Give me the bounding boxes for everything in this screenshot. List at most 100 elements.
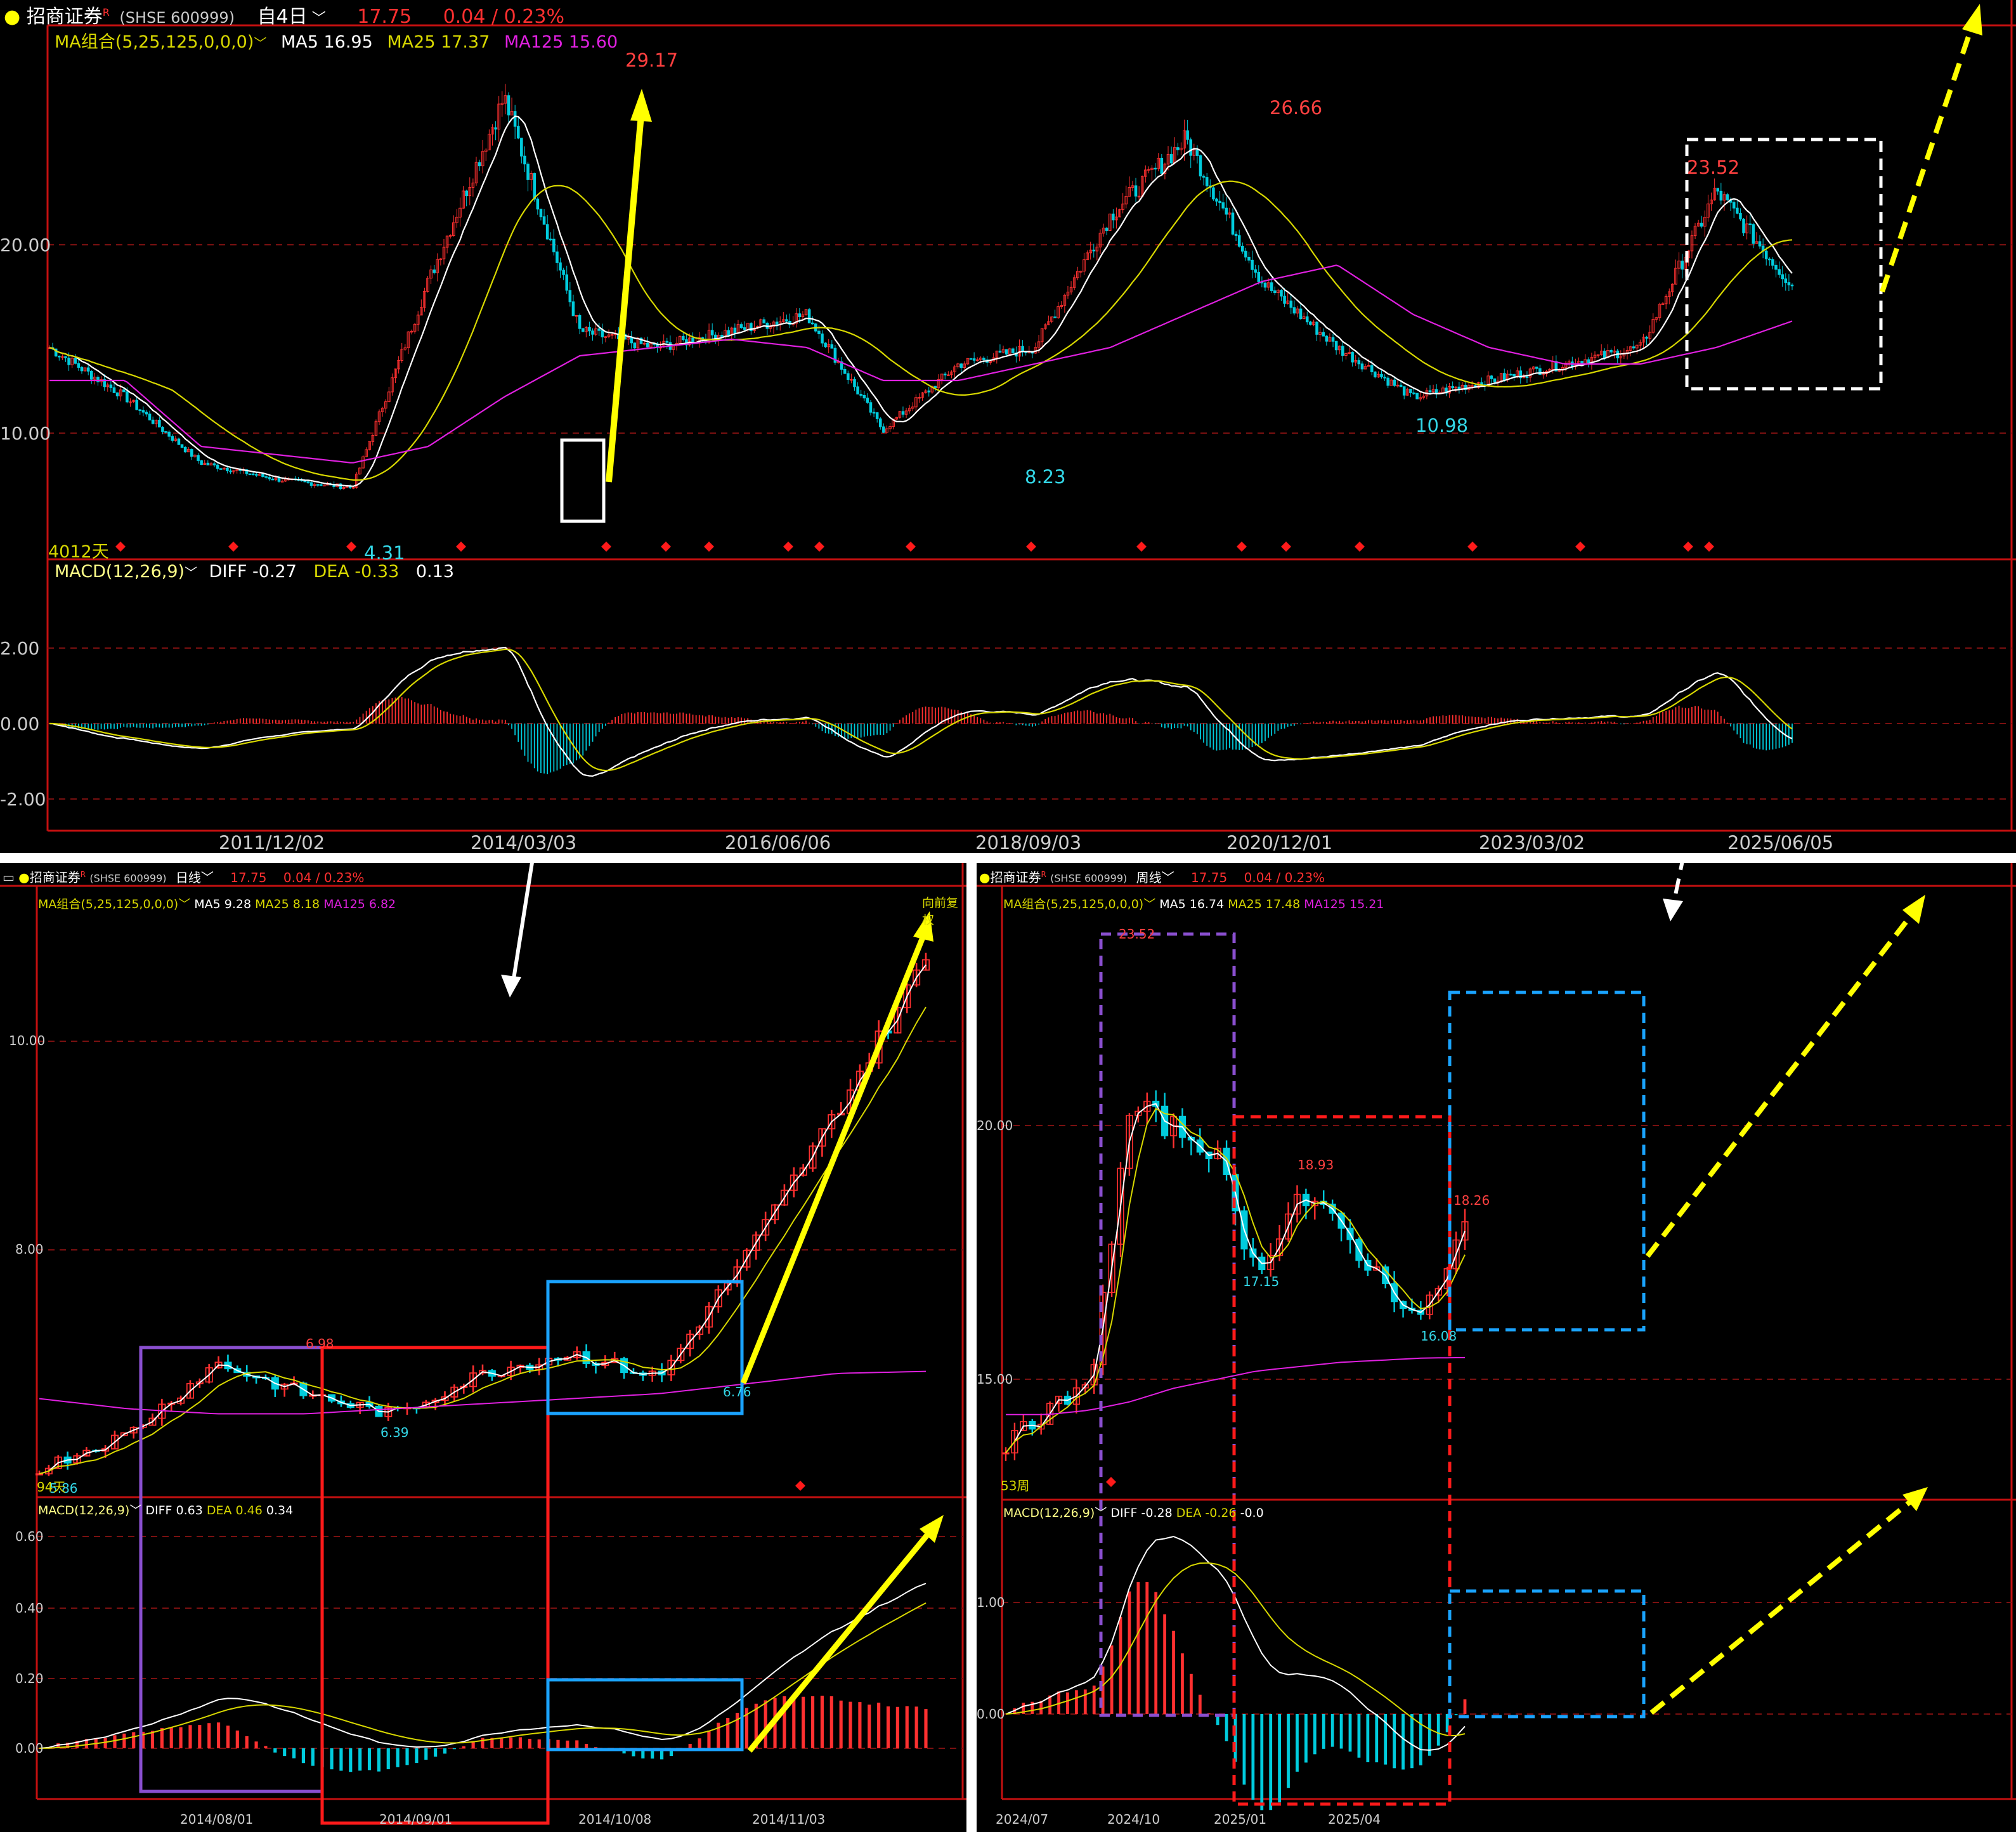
- signal-diamond-marker: [1106, 1477, 1116, 1487]
- candle-body: [943, 374, 947, 375]
- candle-body: [533, 173, 537, 200]
- candle-body: [171, 436, 174, 441]
- candle-body: [1603, 351, 1606, 358]
- y-tick-8: 8.00: [15, 1242, 44, 1257]
- weekly-macd-legend: MACD(12,26,9)﹀ DIFF -0.28 DEA -0.26 -0.0: [1003, 1504, 1264, 1521]
- last-price: 17.75: [357, 6, 412, 28]
- candle-body: [830, 344, 834, 349]
- candle-body: [1415, 393, 1419, 400]
- candle-body: [843, 368, 847, 374]
- candle-body: [1716, 188, 1720, 192]
- x-tick-2020: 2020/12/01: [1226, 832, 1333, 854]
- candle-body: [1457, 386, 1461, 389]
- ma125-value: MA125 15.60: [504, 32, 618, 52]
- candle-body: [1257, 271, 1261, 282]
- x-tick-2025: 2025/06/05: [1727, 832, 1834, 854]
- ma125-value: MA125 15.21: [1304, 897, 1384, 911]
- period-select[interactable]: 周线: [1136, 870, 1162, 885]
- candle-body: [1212, 187, 1215, 200]
- candle-body: [1176, 147, 1180, 150]
- candle-body: [523, 155, 526, 165]
- candle-body: [601, 330, 604, 337]
- candle-body: [115, 392, 119, 397]
- chevron-down-icon[interactable]: ﹀: [1095, 1506, 1107, 1520]
- candle-body: [1778, 269, 1781, 275]
- daily-chart-panel: ▭ ●招商证券R (SHSE 600999) 日线﹀ 17.75 0.04 / …: [0, 863, 966, 1832]
- period-select[interactable]: 自4日: [257, 6, 308, 28]
- candle-body: [1305, 316, 1309, 323]
- ma125-value: MA125 6.82: [323, 897, 396, 911]
- ma125-line: [39, 1370, 927, 1415]
- candle-body: [1386, 377, 1389, 386]
- chevron-down-icon[interactable]: ﹀: [178, 897, 190, 911]
- chevron-down-icon[interactable]: ﹀: [129, 1504, 141, 1517]
- x-tick-2407: 2024/07: [996, 1812, 1049, 1827]
- macd-value: 0.34: [266, 1504, 294, 1517]
- candle-body: [1237, 235, 1241, 247]
- candle-body: [539, 209, 543, 218]
- candle-body: [80, 367, 84, 372]
- macd-label[interactable]: MACD(12,26,9): [55, 562, 185, 581]
- candle-body: [251, 473, 255, 476]
- candle-body: [847, 373, 850, 380]
- macd-label[interactable]: MACD(12,26,9): [38, 1504, 129, 1517]
- period-select[interactable]: 日线: [176, 870, 201, 885]
- diff-value: DIFF 0.63: [145, 1504, 203, 1517]
- signal-diamond-marker: [795, 1481, 805, 1491]
- candle-body: [733, 327, 737, 334]
- ma5-value: MA5 9.28: [194, 897, 252, 911]
- weekly-header: ●招商证券R (SHSE 600999) 周线﹀ 17.75 0.04 / 0.…: [979, 869, 1325, 885]
- candle-body: [112, 387, 116, 393]
- chevron-down-icon[interactable]: ﹀: [185, 565, 197, 580]
- candle-body: [1399, 384, 1403, 387]
- candle-body: [1412, 392, 1415, 394]
- ma5-value: MA5 16.74: [1159, 897, 1225, 911]
- candle-body: [1221, 202, 1225, 209]
- chevron-down-icon[interactable]: ﹀: [308, 11, 326, 27]
- candle-body: [526, 164, 530, 180]
- candle-body: [681, 336, 685, 341]
- chevron-down-icon[interactable]: ﹀: [201, 870, 214, 885]
- candle-body: [1726, 194, 1729, 200]
- chevron-down-icon[interactable]: ﹀: [1143, 897, 1155, 911]
- panel-menu-icon[interactable]: ▭: [3, 870, 15, 885]
- candle-body: [933, 386, 937, 389]
- ma-combo-label[interactable]: MA组合(5,25,125,0,0,0): [38, 897, 178, 911]
- price-label-high-2015: 29.17: [625, 49, 679, 71]
- top-macd-legend: MACD(12,26,9)﹀ DIFF -0.27 DEA -0.33 0.13: [55, 562, 454, 581]
- candle-body: [1092, 249, 1096, 252]
- candle-body: [568, 290, 572, 302]
- candle-body: [109, 384, 113, 388]
- candle-body: [1370, 365, 1374, 373]
- x-tick-2410: 2024/10: [1107, 1812, 1161, 1827]
- candle-body: [785, 319, 788, 322]
- macd-tick-000: 0.00: [15, 1741, 44, 1756]
- candle-body: [817, 330, 821, 334]
- candle-body: [122, 389, 126, 393]
- candle-body: [1351, 352, 1354, 363]
- chevron-down-icon[interactable]: ﹀: [254, 36, 266, 51]
- ma-combo-label[interactable]: MA组合(5,25,125,0,0,0): [55, 32, 254, 52]
- last-price: 17.75: [230, 869, 267, 885]
- candle-body: [1787, 282, 1791, 285]
- y-tick-10: 10.00: [9, 1033, 46, 1048]
- candle-body: [206, 462, 210, 465]
- stock-code: (SHSE 600999): [1050, 872, 1128, 885]
- chevron-down-icon[interactable]: ﹀: [1162, 870, 1174, 885]
- price-label-2352: 23.52: [1119, 926, 1155, 942]
- x-tick-2016: 2016/06/06: [725, 832, 831, 854]
- daily-chart-svg: [0, 863, 966, 1825]
- x-tick-1103: 2014/11/03: [752, 1812, 826, 1827]
- candle-body: [1428, 390, 1432, 393]
- candle-body: [148, 413, 152, 420]
- macd-tick-0: 0.00: [977, 1706, 1005, 1722]
- candle-body: [138, 409, 142, 412]
- candle-body: [177, 438, 181, 445]
- ma-combo-label[interactable]: MA组合(5,25,125,0,0,0): [1003, 897, 1143, 911]
- candle-body: [494, 127, 497, 130]
- price-change: 0.04 / 0.23%: [1244, 869, 1325, 885]
- adjust-label[interactable]: 向前复权: [922, 893, 966, 928]
- macd-label[interactable]: MACD(12,26,9): [1003, 1506, 1095, 1520]
- candle-body: [164, 431, 167, 433]
- candle-body: [545, 224, 549, 240]
